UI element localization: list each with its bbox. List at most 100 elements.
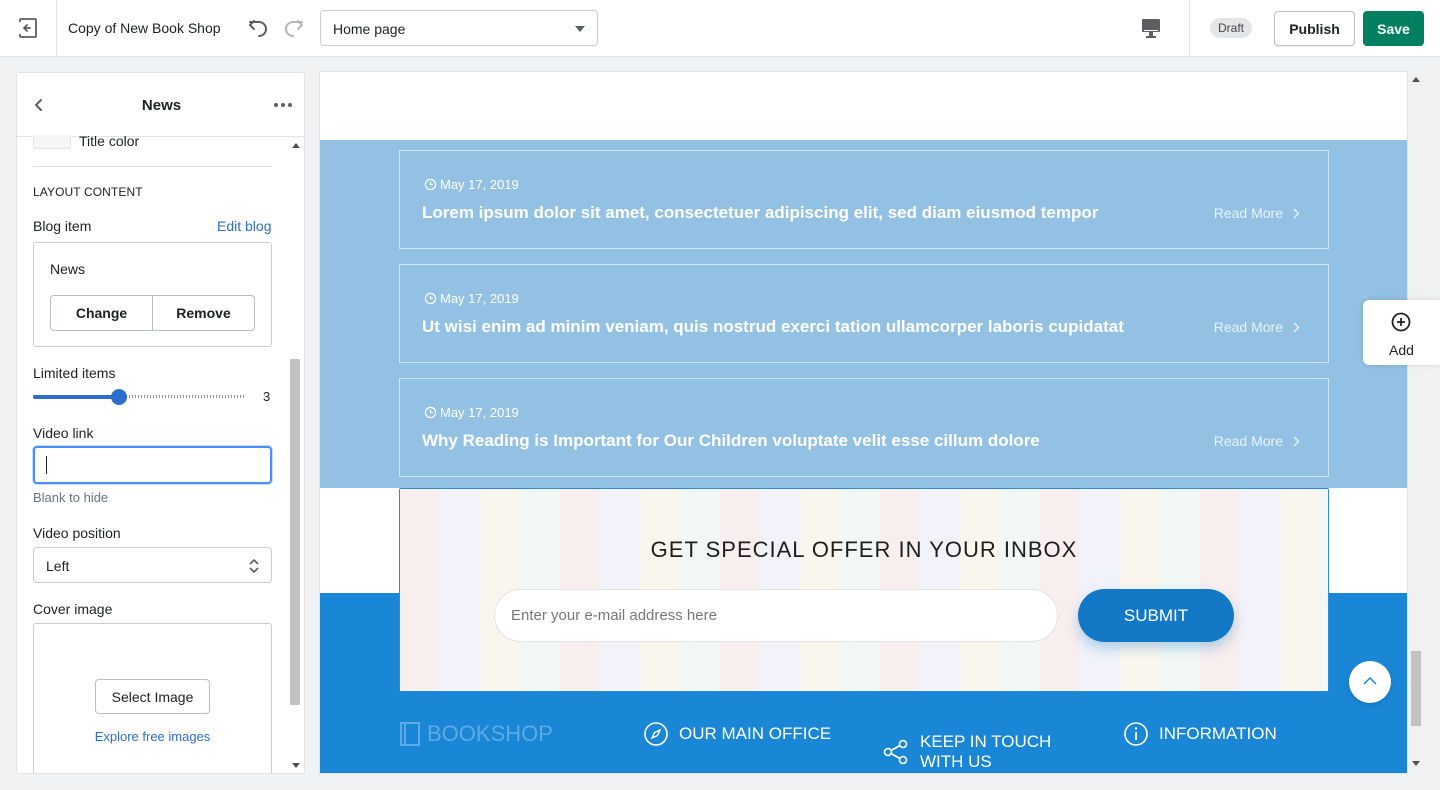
footer-touch-line1: KEEP IN TOUCH — [920, 732, 1052, 751]
topbar-divider — [1189, 0, 1190, 56]
publish-button[interactable]: Publish — [1274, 11, 1355, 46]
back-to-top-button[interactable] — [1349, 661, 1391, 703]
blog-item-label: Blog item — [33, 218, 92, 234]
limited-items-slider-handle[interactable] — [111, 389, 127, 405]
store-name: Copy of New Book Shop — [68, 20, 221, 36]
info-icon — [1124, 722, 1148, 746]
text-cursor — [46, 456, 47, 474]
newsletter-box: GET SPECIAL OFFER IN YOUR INBOX SUBMIT — [399, 488, 1329, 692]
footer-brand[interactable]: BOOKSHOP — [399, 721, 553, 747]
clock-icon — [424, 406, 437, 419]
remove-button[interactable]: Remove — [152, 296, 254, 330]
redo-button[interactable] — [282, 16, 306, 40]
news-date-text: May 17, 2019 — [440, 291, 519, 306]
newsletter-title: GET SPECIAL OFFER IN YOUR INBOX — [650, 537, 1078, 562]
preview-scrollbar-thumb[interactable] — [1411, 651, 1421, 726]
footer-brand-text: BOOKSHOP — [427, 721, 553, 746]
chevron-right-icon — [1293, 436, 1300, 446]
select-arrows-icon — [249, 559, 259, 573]
desktop-view-button[interactable] — [1138, 14, 1164, 42]
limited-items-slider-fill — [33, 395, 119, 399]
select-image-button[interactable]: Select Image — [95, 679, 210, 714]
clock-icon — [424, 292, 437, 305]
limited-items-value: 3 — [263, 389, 271, 404]
scroll-up-arrow-icon[interactable] — [1412, 77, 1420, 82]
video-link-input[interactable] — [35, 448, 270, 482]
read-more-label: Read More — [1213, 433, 1283, 449]
limited-items-label: Limited items — [33, 365, 116, 381]
newsletter-email-field[interactable] — [494, 589, 1058, 642]
news-date: May 17, 2019 — [424, 177, 519, 192]
undo-icon — [249, 20, 267, 37]
chevron-right-icon — [1293, 322, 1300, 332]
section-settings-panel: News Title color LAYOUT CONTENT Blog ite… — [16, 72, 305, 774]
blog-picker-card: News Change Remove — [33, 242, 272, 347]
book-logo-icon — [400, 722, 420, 746]
read-more-label: Read More — [1213, 205, 1283, 221]
footer-info-text: INFORMATION — [1159, 724, 1277, 743]
read-more-link[interactable]: Read More — [1214, 319, 1300, 335]
desktop-icon — [1142, 19, 1160, 38]
page-select-value: Home page — [333, 21, 406, 37]
news-date-text: May 17, 2019 — [440, 177, 519, 192]
section-heading: LAYOUT CONTENT — [33, 185, 143, 199]
share-icon — [883, 739, 908, 765]
status-badge: Draft — [1210, 18, 1253, 38]
compass-icon — [644, 722, 668, 746]
exit-editor-button[interactable] — [0, 0, 57, 56]
video-position-value: Left — [46, 558, 70, 574]
undo-button[interactable] — [246, 16, 270, 40]
video-link-label: Video link — [33, 425, 94, 441]
read-more-label: Read More — [1213, 319, 1283, 335]
chevron-down-icon — [575, 26, 585, 32]
newsletter-submit-button[interactable]: SUBMIT — [1078, 589, 1234, 642]
cover-image-label: Cover image — [33, 601, 113, 617]
footer-touch-heading: KEEP IN TOUCH WITH US — [882, 732, 1051, 772]
preview-scrollbar[interactable] — [1408, 71, 1424, 774]
video-position-select[interactable]: Left — [33, 547, 272, 583]
exit-icon — [18, 18, 37, 38]
blog-button-group: Change Remove — [50, 295, 255, 331]
plus-circle-icon — [1391, 312, 1411, 332]
clock-icon — [424, 178, 437, 191]
save-button[interactable]: Save — [1363, 11, 1424, 46]
video-position-label: Video position — [33, 525, 121, 541]
footer-office-text: OUR MAIN OFFICE — [679, 724, 832, 743]
video-link-help: Blank to hide — [33, 490, 109, 505]
footer-office-heading: OUR MAIN OFFICE — [643, 721, 831, 747]
editor-topbar: Copy of New Book Shop Home page Draft Pu… — [0, 0, 1440, 57]
scroll-up-arrow-icon[interactable] — [292, 143, 300, 148]
news-date: May 17, 2019 — [424, 291, 519, 306]
footer-touch-line2: WITH US — [920, 752, 992, 771]
add-label: Add — [1389, 342, 1414, 358]
video-link-field[interactable] — [33, 446, 272, 484]
add-section-button[interactable]: Add — [1363, 300, 1440, 365]
read-more-link[interactable]: Read More — [1214, 205, 1300, 221]
scroll-down-arrow-icon[interactable] — [292, 763, 300, 768]
change-button[interactable]: Change — [51, 296, 152, 330]
news-title[interactable]: Why Reading is Important for Our Childre… — [422, 431, 1040, 451]
divider — [33, 166, 272, 167]
more-actions-icon[interactable] — [274, 103, 292, 107]
news-section[interactable]: May 17, 2019 Lorem ipsum dolor sit amet,… — [320, 140, 1407, 488]
panel-scrollbar-thumb[interactable] — [290, 359, 300, 705]
scroll-down-arrow-icon[interactable] — [1412, 761, 1420, 766]
newsletter-email-input[interactable] — [495, 590, 1057, 641]
news-title[interactable]: Ut wisi enim ad minim veniam, quis nostr… — [422, 317, 1124, 337]
read-more-link[interactable]: Read More — [1214, 433, 1300, 449]
chevron-up-icon — [1363, 676, 1377, 685]
news-item[interactable]: May 17, 2019 Why Reading is Important fo… — [399, 378, 1329, 477]
edit-blog-link[interactable]: Edit blog — [217, 218, 271, 234]
news-item[interactable]: May 17, 2019 Ut wisi enim ad minim venia… — [399, 264, 1329, 363]
title-color-swatch[interactable] — [33, 135, 71, 149]
panel-header: News — [17, 73, 304, 137]
page-select[interactable]: Home page — [320, 10, 598, 46]
news-date: May 17, 2019 — [424, 405, 519, 420]
explore-free-images-link[interactable]: Explore free images — [34, 729, 271, 744]
selected-blog-name: News — [50, 261, 86, 277]
redo-icon — [285, 20, 303, 37]
footer-touch-text: KEEP IN TOUCH WITH US — [920, 732, 1051, 772]
news-item[interactable]: May 17, 2019 Lorem ipsum dolor sit amet,… — [399, 150, 1329, 249]
news-title[interactable]: Lorem ipsum dolor sit amet, consectetuer… — [422, 203, 1098, 223]
footer-info-heading: INFORMATION — [1123, 721, 1277, 747]
